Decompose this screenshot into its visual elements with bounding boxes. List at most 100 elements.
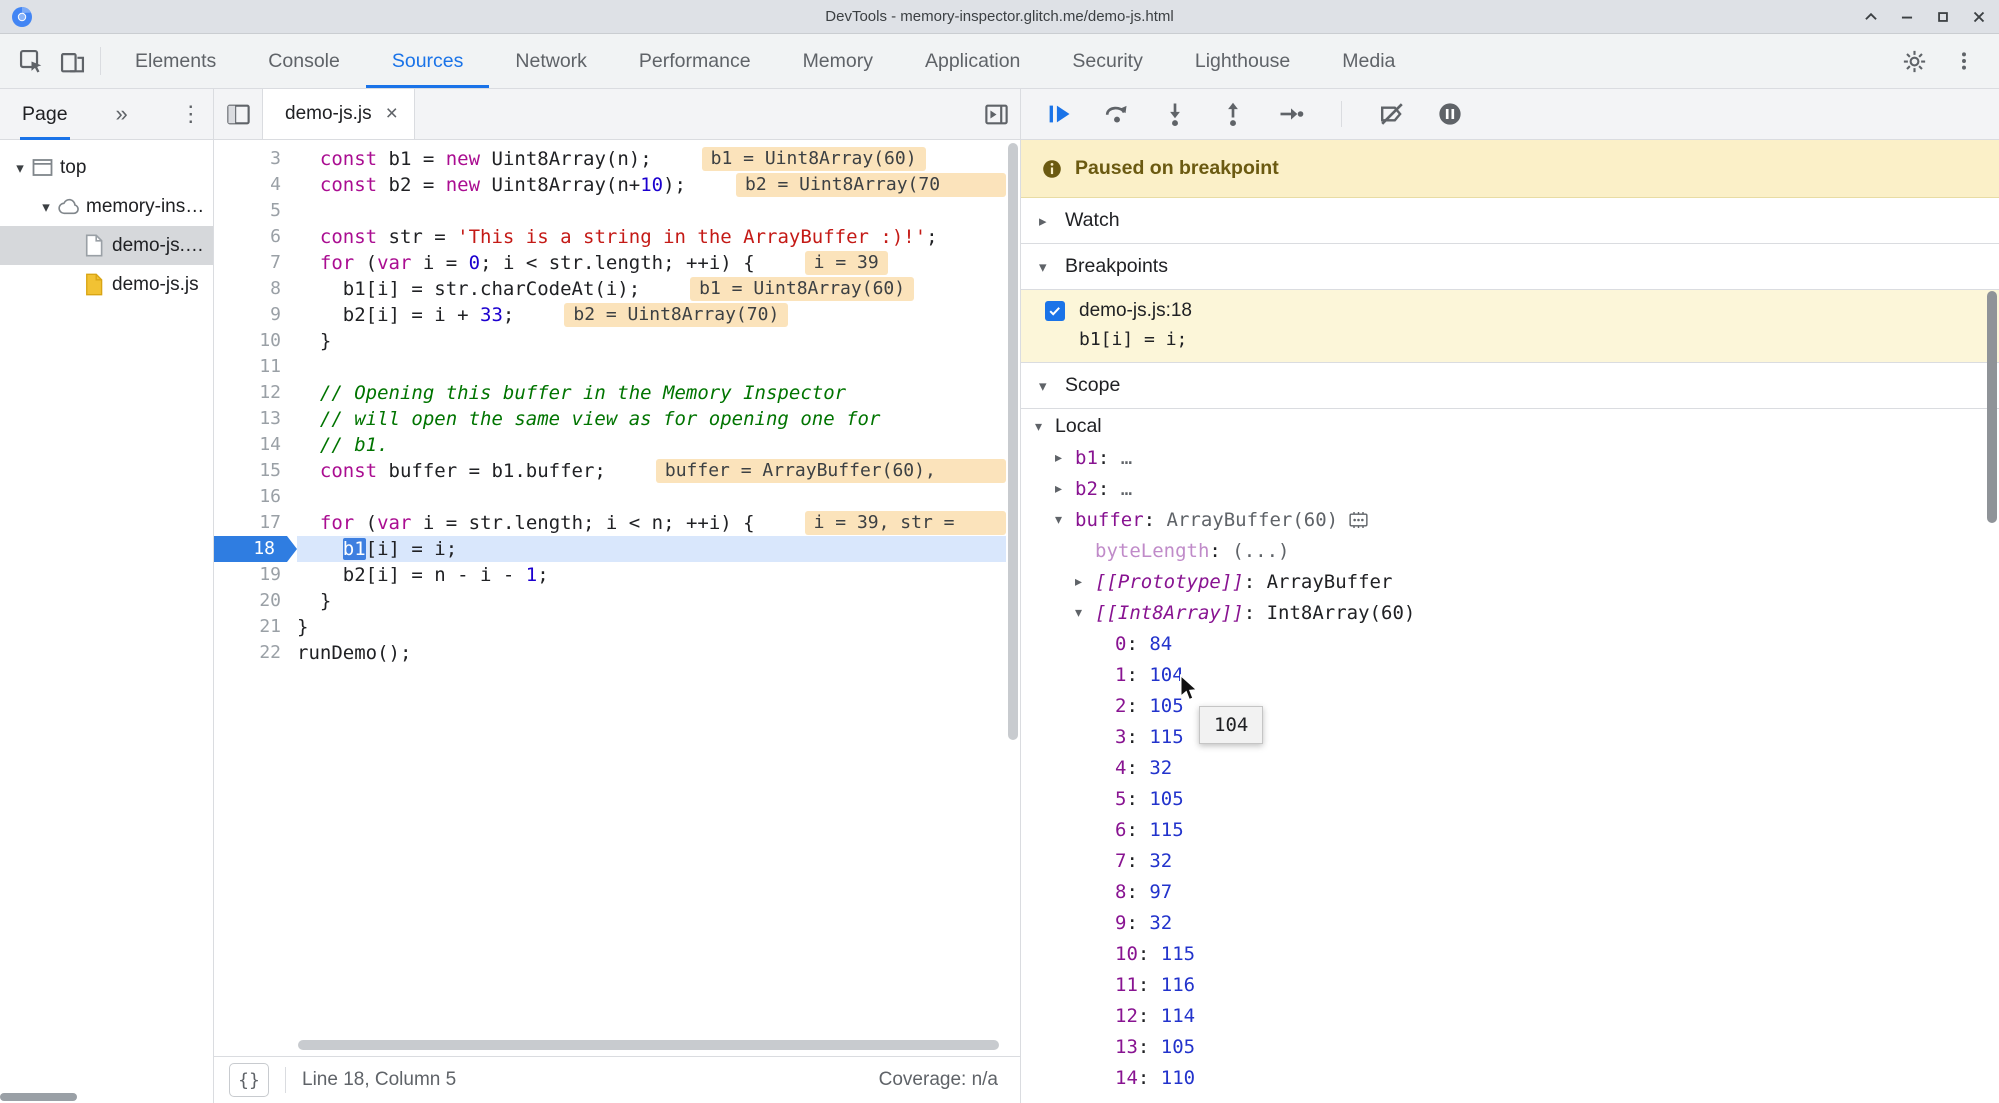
tree-item-memory-inspector-glitch-me[interactable]: ▾ memory-inspector.glitch.me	[0, 187, 213, 226]
watch-section-header[interactable]: ▸ Watch	[1021, 198, 1999, 244]
line-number[interactable]: 6	[214, 224, 297, 250]
code-line[interactable]: const b2 = new Uint8Array(n+10); b2 = Uin…	[297, 172, 1006, 198]
close-icon[interactable]	[1969, 7, 1989, 27]
code-line[interactable]: for (var i = 0; i < str.length; ++i) {i …	[297, 250, 1006, 276]
step-over-icon[interactable]	[1103, 100, 1131, 128]
expander-icon[interactable]: ▾	[1075, 604, 1095, 621]
line-number[interactable]: 4	[214, 172, 297, 198]
scope-item-8[interactable]: 8: 97	[1021, 876, 1999, 907]
step-icon[interactable]	[1277, 100, 1305, 128]
device-toolbar-icon[interactable]	[59, 48, 86, 75]
step-into-icon[interactable]	[1161, 100, 1189, 128]
memory-inspector-icon[interactable]	[1348, 511, 1369, 529]
line-number[interactable]: 17	[214, 510, 297, 536]
expander-icon[interactable]: ▸	[1075, 573, 1095, 590]
line-number[interactable]: 22	[214, 640, 297, 666]
scope-item-7[interactable]: 7: 32	[1021, 845, 1999, 876]
code-line[interactable]	[297, 484, 1006, 510]
scope-item-6[interactable]: 6: 115	[1021, 814, 1999, 845]
line-number[interactable]: 11	[214, 354, 297, 380]
tab-elements[interactable]: Elements	[109, 34, 242, 88]
panel-v-scrollbar[interactable]	[1987, 291, 1997, 523]
tab-security[interactable]: Security	[1046, 34, 1168, 88]
line-number[interactable]: 15	[214, 458, 297, 484]
expander-icon[interactable]: ▾	[1055, 511, 1075, 528]
editor-v-scrollbar[interactable]	[1006, 140, 1020, 1040]
pause-exceptions-icon[interactable]	[1436, 100, 1464, 128]
expander-icon[interactable]: ▸	[1055, 449, 1075, 466]
line-number[interactable]: 16	[214, 484, 297, 510]
code-line[interactable]	[297, 354, 1006, 380]
scope-item-4[interactable]: 4: 32	[1021, 752, 1999, 783]
line-number[interactable]: 13	[214, 406, 297, 432]
code-line[interactable]: b2[i] = n - i - 1;	[297, 562, 1006, 588]
breakpoint-checkbox[interactable]	[1045, 301, 1065, 321]
tree-item-demo-js-js[interactable]: demo-js.js	[0, 265, 213, 304]
code-line[interactable]: const b1 = new Uint8Array(n); b1 = Uint8A…	[297, 146, 1006, 172]
breakpoint-entry[interactable]: demo-js.js:18 b1[i] = i;	[1021, 290, 1999, 363]
code-line[interactable]: }	[297, 614, 1006, 640]
breakpoints-section-header[interactable]: ▾ Breakpoints	[1021, 244, 1999, 290]
line-number[interactable]: 19	[214, 562, 297, 588]
tab-lighthouse[interactable]: Lighthouse	[1169, 34, 1316, 88]
scope-section-header[interactable]: ▾ Scope	[1021, 363, 1999, 409]
line-number[interactable]: 14	[214, 432, 297, 458]
line-number[interactable]: 7	[214, 250, 297, 276]
code-line[interactable]: const buffer = b1.buffer; buffer = ArrayB…	[297, 458, 1006, 484]
scope-item-buffer[interactable]: ▾ buffer: ArrayBuffer(60)	[1021, 504, 1999, 535]
code-line[interactable]: // Opening this buffer in the Memory Ins…	[297, 380, 1006, 406]
scope-item-0[interactable]: 0: 84	[1021, 628, 1999, 659]
editor-h-scrollbar[interactable]	[298, 1040, 1006, 1050]
tab-network[interactable]: Network	[489, 34, 613, 88]
settings-icon[interactable]	[1902, 49, 1927, 74]
code-line[interactable]: b1[i] = str.charCodeAt(i); b1 = Uint8Arra…	[297, 276, 1006, 302]
keep-on-top-icon[interactable]	[1861, 7, 1881, 27]
tree-item-demo-js-html[interactable]: demo-js.html	[0, 226, 213, 265]
code-line[interactable]: for (var i = str.length; i < n; ++i) {i …	[297, 510, 1006, 536]
sidebar-h-scrollbar[interactable]	[0, 1093, 77, 1101]
line-number[interactable]: 10	[214, 328, 297, 354]
scope-item-int8array[interactable]: ▾ [[Int8Array]]: Int8Array(60)	[1021, 597, 1999, 628]
toggle-sidebar-icon[interactable]	[972, 89, 1020, 139]
tab-application[interactable]: Application	[899, 34, 1046, 88]
code-line[interactable]	[297, 198, 1006, 224]
maximize-icon[interactable]	[1933, 7, 1953, 27]
code-line[interactable]: }	[297, 588, 1006, 614]
expander-icon[interactable]: ▾	[1035, 418, 1055, 435]
scope-item-11[interactable]: 11: 116	[1021, 969, 1999, 1000]
scope-item-9[interactable]: 9: 32	[1021, 907, 1999, 938]
line-number[interactable]: 8	[214, 276, 297, 302]
scrollbar-thumb[interactable]	[298, 1040, 999, 1050]
tab-console[interactable]: Console	[242, 34, 366, 88]
scrollbar-thumb[interactable]	[1008, 143, 1018, 740]
line-number[interactable]: 12	[214, 380, 297, 406]
code-line[interactable]: // b1.	[297, 432, 1006, 458]
navigator-tab-page[interactable]: Page	[20, 89, 70, 140]
scope-item-bytelength[interactable]: byteLength: (...)	[1021, 535, 1999, 566]
line-number[interactable]: 5	[214, 198, 297, 224]
code-line[interactable]: // will open the same view as for openin…	[297, 406, 1006, 432]
scope-item-10[interactable]: 10: 115	[1021, 938, 1999, 969]
pretty-print-button[interactable]: {}	[229, 1063, 269, 1097]
scope-item-13[interactable]: 13: 105	[1021, 1031, 1999, 1062]
more-tabs-icon[interactable]: »	[116, 101, 128, 127]
step-out-icon[interactable]	[1219, 100, 1247, 128]
code-line[interactable]: runDemo();	[297, 640, 1006, 666]
close-tab-icon[interactable]: ×	[386, 102, 398, 126]
scope-item-3[interactable]: 3: 115	[1021, 721, 1999, 752]
more-menu-icon[interactable]	[1953, 50, 1975, 72]
editor-code[interactable]: const b1 = new Uint8Array(n); b1 = Uint8A…	[297, 140, 1006, 1040]
line-number[interactable]: 20	[214, 588, 297, 614]
expander-icon[interactable]: ▸	[1055, 480, 1075, 497]
line-number[interactable]: 21	[214, 614, 297, 640]
code-line[interactable]: b2[i] = i + 33; b2 = Uint8Array(70)	[297, 302, 1006, 328]
scope-item-12[interactable]: 12: 114	[1021, 1000, 1999, 1031]
tab-memory[interactable]: Memory	[777, 34, 899, 88]
scope-item-b1[interactable]: ▸ b1: …	[1021, 442, 1999, 473]
line-number[interactable]: 9	[214, 302, 297, 328]
navigator-toggle-icon[interactable]	[214, 89, 262, 139]
navigator-menu-icon[interactable]: ⋮	[180, 101, 202, 127]
scope-item-14[interactable]: 14: 110	[1021, 1062, 1999, 1093]
code-line[interactable]: const str = 'This is a string in the Arr…	[297, 224, 1006, 250]
scope-item-b2[interactable]: ▸ b2: …	[1021, 473, 1999, 504]
